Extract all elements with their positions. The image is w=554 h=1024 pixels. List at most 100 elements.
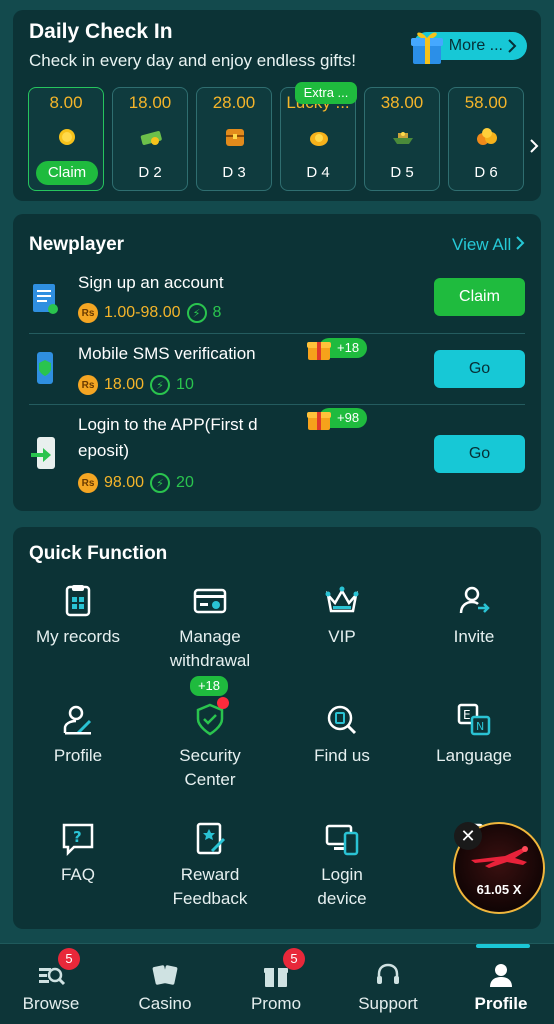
day-label: D 5 [390, 164, 414, 181]
item-label: Manage withdrawal [169, 627, 251, 670]
devices-icon [325, 824, 359, 856]
item-label: FAQ [60, 865, 95, 884]
chest-icon [226, 129, 244, 146]
nav-badge: 5 [283, 948, 305, 970]
bottom-navigation: 5 Browse Casino 5 Promo Support Profile [0, 943, 554, 1024]
task-name-continued: eposit) [78, 441, 130, 460]
nav-badge: 5 [58, 948, 80, 970]
checkin-title: Daily Check In [29, 20, 173, 43]
claim-button[interactable]: Claim [36, 161, 98, 185]
task-name: Sign up an account [78, 273, 224, 292]
checkin-day-3[interactable]: 28.00 D 3 [196, 87, 272, 191]
treasure-ship-icon [393, 132, 413, 144]
my-records-item[interactable]: My records [13, 583, 143, 649]
daily-checkin-card: Daily Check In Check in every day and en… [13, 10, 541, 201]
svg-text:N: N [476, 720, 484, 733]
more-button-label: More ... [448, 37, 503, 54]
newplayer-card: Newplayer View All Sign up an account Rs… [13, 214, 541, 511]
rupee-coin-icon: Rs [78, 473, 98, 493]
day-reward-value: 58.00 [464, 93, 508, 112]
item-label: Find us [314, 746, 370, 765]
bonus-badge: +18 [305, 337, 368, 360]
coin-icon [59, 129, 75, 145]
multiplier-text: 61.05 X [476, 882, 522, 897]
task-points: 20 [176, 474, 194, 491]
close-icon[interactable]: ✕ [454, 822, 482, 850]
search-doc-icon [327, 705, 357, 735]
phone-shield-icon [37, 352, 53, 384]
task-rewards: Rs 1.00-98.00 ⚡ 8 [78, 303, 221, 323]
day-label: D 2 [138, 164, 162, 181]
faq-icon: ? [62, 823, 94, 857]
quick-function-title: Quick Function [29, 543, 168, 564]
profile-item[interactable]: Profile [13, 702, 143, 768]
view-all-link[interactable]: View All [452, 235, 525, 255]
svg-text:E: E [463, 708, 471, 722]
view-all-label: View All [452, 235, 512, 254]
checkin-day-5[interactable]: 38.00 D 5 [364, 87, 440, 191]
item-label: My records [35, 627, 121, 646]
checkin-day-row: 8.00 Claim 18.00 D 2 28.00 D 3 Lucky ...… [28, 87, 538, 191]
item-label: Reward Feedback [172, 865, 248, 908]
checkin-day-1[interactable]: 8.00 Claim [28, 87, 104, 191]
item-label: Language [436, 746, 512, 765]
invite-item[interactable]: Invite [409, 583, 539, 649]
checkin-subtitle: Check in every day and enjoy endless gif… [29, 51, 356, 70]
login-device-item[interactable]: Login device [277, 821, 407, 911]
nav-label: Promo [250, 994, 302, 1013]
extra-tag: Extra ... [295, 82, 357, 104]
newplayer-title: Newplayer [29, 234, 125, 255]
bonus-badge: +98 [305, 407, 368, 430]
task-money: 1.00-98.00 [104, 304, 181, 321]
claim-button[interactable]: Claim [434, 278, 525, 316]
task-money: 18.00 [104, 376, 145, 393]
checkin-day-6[interactable]: 58.00 D 6 [448, 87, 524, 191]
manage-withdrawal-item[interactable]: Manage withdrawal [145, 583, 275, 673]
records-icon [65, 585, 91, 617]
item-label: Invite [453, 627, 495, 646]
language-item[interactable]: EN Language [409, 702, 539, 768]
svg-text:?: ? [73, 828, 82, 846]
reward-feedback-item[interactable]: Reward Feedback [145, 821, 275, 911]
rupee-coin-icon: Rs [78, 375, 98, 395]
checkin-day-2[interactable]: 18.00 D 2 [112, 87, 188, 191]
chevron-right-icon[interactable] [529, 138, 539, 154]
nav-support[interactable]: Support [333, 944, 443, 1024]
task-rewards: Rs 18.00 ⚡ 10 [78, 375, 194, 395]
clipboard-icon [33, 284, 58, 314]
find-us-item[interactable]: Find us [277, 702, 407, 768]
go-button[interactable]: Go [434, 350, 525, 388]
feedback-icon [196, 822, 226, 855]
divider [29, 333, 525, 334]
nav-label: Casino [138, 994, 192, 1013]
task-rewards: Rs 98.00 ⚡ 20 [78, 473, 194, 493]
nav-label: Browse [22, 994, 80, 1013]
day-reward-value: 18.00 [128, 93, 172, 112]
profile-edit-icon [63, 705, 92, 735]
nav-promo[interactable]: 5 Promo [221, 944, 331, 1024]
phone-login-icon [31, 437, 55, 469]
nav-profile[interactable]: Profile [446, 944, 554, 1024]
nav-label: Profile [474, 994, 528, 1013]
bolt-icon: ⚡ [150, 375, 171, 395]
user-icon [490, 964, 512, 987]
go-button[interactable]: Go [434, 435, 525, 473]
item-label: Profile [53, 746, 103, 765]
faq-item[interactable]: ? FAQ [13, 821, 143, 887]
invite-user-icon [459, 586, 490, 614]
rupee-coin-icon: Rs [78, 303, 98, 323]
security-center-item[interactable]: Security Center [145, 702, 275, 792]
nav-casino[interactable]: Casino [110, 944, 220, 1024]
item-label: VIP [328, 627, 356, 646]
task-points: 8 [212, 304, 222, 321]
task-points: 10 [176, 376, 194, 393]
task-money: 98.00 [104, 474, 145, 491]
item-label: Login device [317, 865, 367, 908]
language-icon: EN [457, 703, 491, 736]
gift-icon [307, 342, 331, 360]
vip-item[interactable]: VIP [277, 583, 407, 649]
gift-icon [307, 412, 331, 430]
day-label: D 6 [474, 164, 498, 181]
nav-browse[interactable]: 5 Browse [0, 944, 106, 1024]
day-reward-value: 8.00 [49, 93, 83, 112]
